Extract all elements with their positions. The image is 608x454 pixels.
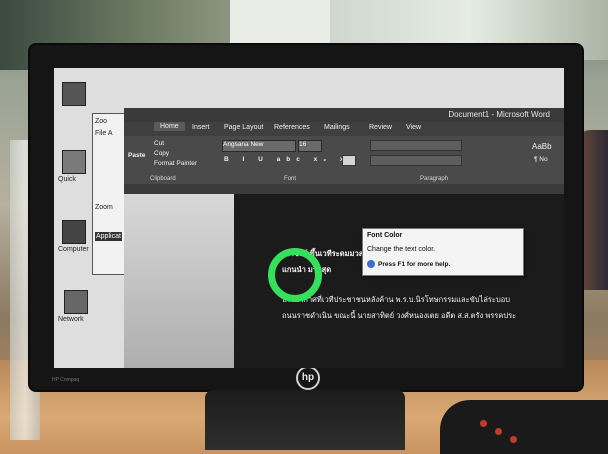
computer-icon[interactable] xyxy=(62,220,86,244)
tab-page-layout[interactable]: Page Layout xyxy=(224,124,263,131)
desktop-label-computer: Computer xyxy=(58,246,89,253)
format-painter-button[interactable]: Format Painter xyxy=(154,160,197,167)
tab-home[interactable]: Home xyxy=(154,122,185,131)
zoom-window-title: Zoo xyxy=(95,118,108,125)
desktop-icon-quick[interactable] xyxy=(62,150,86,174)
desktop-label-network: Network xyxy=(58,316,84,323)
font-size-select[interactable]: 16 xyxy=(298,140,322,152)
left-pane xyxy=(124,194,234,368)
tab-review[interactable]: Review xyxy=(369,124,392,131)
tab-insert[interactable]: Insert xyxy=(192,124,210,131)
clipboard-group-label: Clipboard xyxy=(150,176,176,182)
paragraph-buttons-row1[interactable] xyxy=(370,140,462,151)
styles-normal[interactable]: ¶ No xyxy=(534,156,548,163)
tab-view[interactable]: View xyxy=(406,124,421,131)
cut-button[interactable]: Cut xyxy=(154,140,164,147)
ruler xyxy=(124,184,564,194)
paragraph-buttons-row2[interactable] xyxy=(370,155,462,166)
red-key xyxy=(495,428,502,435)
copy-button[interactable]: Copy xyxy=(154,150,169,157)
zoom-app-label: Zoom xyxy=(95,204,113,211)
monitor-stand xyxy=(205,390,405,450)
red-key xyxy=(480,420,487,427)
ribbon-tabs: Home Insert Page Layout References Maili… xyxy=(124,122,564,136)
styles-preview[interactable]: AaBb xyxy=(532,142,552,151)
monitor-model: HP Compaq xyxy=(52,377,80,383)
zoom-window-menu[interactable]: File A xyxy=(95,130,113,137)
word-window[interactable]: Document1 - Microsoft Word Home Insert P… xyxy=(124,108,564,368)
desktop-label-quick: Quick xyxy=(58,176,76,183)
desktop-icon[interactable] xyxy=(62,82,86,106)
network-icon[interactable] xyxy=(64,290,88,314)
doc-line-4: ถนนราชดำเนิน ขณะนี้ นายสาทิตย์ วงศ์หนองเ… xyxy=(282,311,517,320)
tooltip-help: Press F1 for more help. xyxy=(378,261,451,268)
application-label: Applicat xyxy=(95,232,122,241)
word-window-title: Document1 - Microsoft Word xyxy=(448,110,550,119)
font-format-buttons[interactable]: B I U abc x₂ x² xyxy=(224,156,358,163)
red-key xyxy=(510,436,517,443)
tab-references[interactable]: References xyxy=(274,124,310,131)
hp-logo: hp xyxy=(296,366,320,390)
font-group-label: Font xyxy=(284,176,297,182)
doc-line-3: บรรยากาศที่เวทีประชาชนหลังค้าน พ.ร.บ.นิร… xyxy=(282,295,510,304)
paste-button[interactable]: Paste xyxy=(128,152,145,159)
font-color-button[interactable] xyxy=(342,155,356,166)
tab-mailings[interactable]: Mailings xyxy=(324,124,350,131)
tooltip-title: Font Color xyxy=(367,232,403,239)
word-title-bar: Document1 - Microsoft Word xyxy=(124,108,564,122)
tooltip-description: Change the text color. xyxy=(367,246,436,253)
highlight-circle xyxy=(268,248,322,302)
monitor-screen: Quick Computer Network Zoo File A Zoom A… xyxy=(54,68,564,368)
help-icon xyxy=(367,260,375,268)
person-right xyxy=(578,130,608,290)
keyboard xyxy=(440,400,608,454)
ribbon: Paste Cut Copy Format Painter Clipboard … xyxy=(124,136,564,185)
paragraph-group-label: Paragraph xyxy=(420,176,449,182)
font-color-tooltip: Font Color Change the text color. Press … xyxy=(362,228,524,276)
font-name-select[interactable]: Angsana New xyxy=(222,140,296,152)
